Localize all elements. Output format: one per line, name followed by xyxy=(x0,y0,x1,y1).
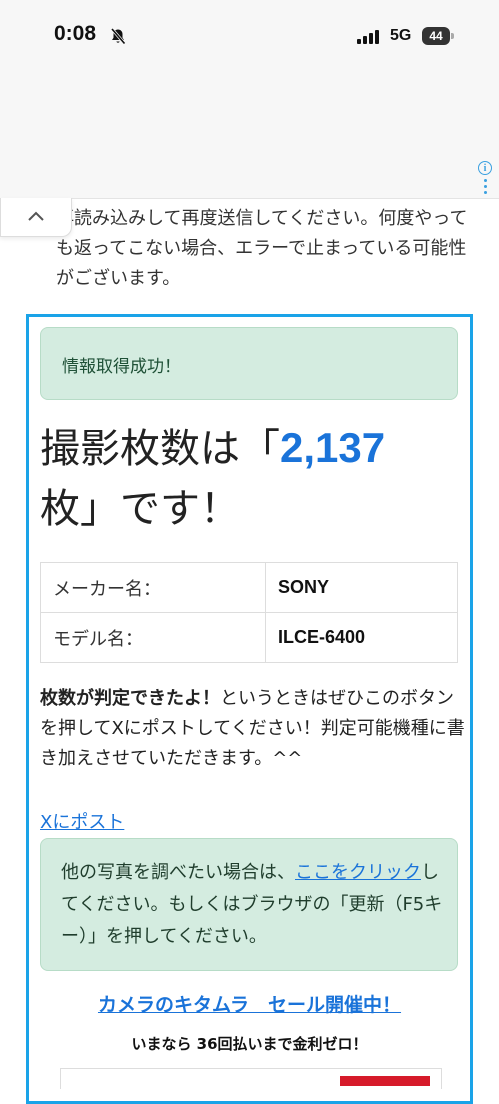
click-here-link[interactable]: ここをクリック xyxy=(295,862,421,883)
retry-text: 他の写真を調べたい場合は、ここをクリックしてください。もしくはブラウザの「更新（… xyxy=(61,857,446,953)
kitamura-sale-link[interactable]: カメラのキタムラ セール開催中！ xyxy=(0,990,499,1017)
battery-icon: 44 xyxy=(422,27,450,45)
model-label: モデル名： xyxy=(40,612,266,663)
maker-label: メーカー名： xyxy=(40,562,266,613)
table-row: モデル名： ILCE-6400 xyxy=(40,612,458,663)
ad-area[interactable] xyxy=(0,80,499,199)
model-value: ILCE-6400 xyxy=(265,612,458,663)
headline-suffix: 枚」です！ xyxy=(40,486,240,532)
status-bar: 0:08 5G 44 xyxy=(0,0,499,80)
ad-more-icon[interactable] xyxy=(484,179,488,197)
intro-text: 再読み込みして再度送信してください。何度やっても返ってこない場合、エラーで止まっ… xyxy=(56,208,468,289)
camera-info-table: メーカー名： SONY モデル名： ILCE-6400 xyxy=(40,562,458,663)
post-instruction-bold: 枚数が判定できたよ！ xyxy=(40,688,220,709)
post-to-x-link[interactable]: Xにポスト xyxy=(40,808,124,838)
headline-prefix: 撮影枚数は「 xyxy=(40,426,280,472)
signal-icon xyxy=(357,29,381,48)
post-instruction: 枚数が判定できたよ！というときはぜひこのボタンを押してXにポストしてください！判… xyxy=(40,684,470,774)
silent-bell-icon xyxy=(110,28,126,49)
network-type: 5G xyxy=(390,27,412,44)
promo-subtitle: いまなら 36回払いまで金利ゼロ！ xyxy=(131,1035,368,1053)
ad-info-icon[interactable]: i xyxy=(478,161,492,175)
maker-value: SONY xyxy=(265,562,458,613)
chevron-up-icon xyxy=(28,211,44,221)
status-time: 0:08 xyxy=(54,22,97,45)
success-alert: 情報取得成功！ xyxy=(40,327,458,400)
table-row: メーカー名： SONY xyxy=(40,562,458,613)
success-message: 情報取得成功！ xyxy=(62,357,181,377)
shot-count-value: 2,137 xyxy=(280,424,386,471)
retry-prefix: 他の写真を調べたい場合は、 xyxy=(61,862,295,883)
retry-alert: 他の写真を調べたい場合は、ここをクリックしてください。もしくはブラウザの「更新（… xyxy=(40,838,458,971)
collapse-ad-button[interactable] xyxy=(0,198,72,237)
battery-tip xyxy=(451,33,454,39)
shot-count-headline: 撮影枚数は「2,137 枚」です！ xyxy=(40,418,470,539)
promo-banner-accent xyxy=(340,1076,430,1086)
